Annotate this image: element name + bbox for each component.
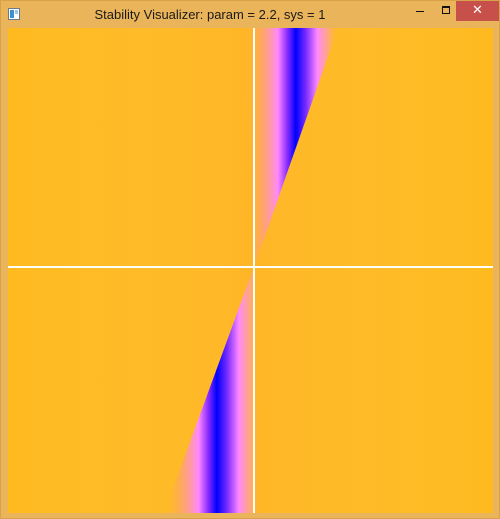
close-button[interactable]: ✕ [456,1,499,21]
title-bar[interactable]: Stability Visualizer: param = 2.2, sys =… [1,1,499,28]
minimize-button[interactable] [407,1,433,21]
app-window: Stability Visualizer: param = 2.2, sys =… [0,0,500,519]
maximize-icon [442,6,450,14]
minimize-icon [416,11,424,12]
app-icon[interactable] [8,8,20,20]
stability-plot[interactable] [8,28,493,513]
window-title: Stability Visualizer: param = 2.2, sys =… [94,7,326,22]
close-icon: ✕ [472,3,483,18]
client-area[interactable] [8,28,493,513]
